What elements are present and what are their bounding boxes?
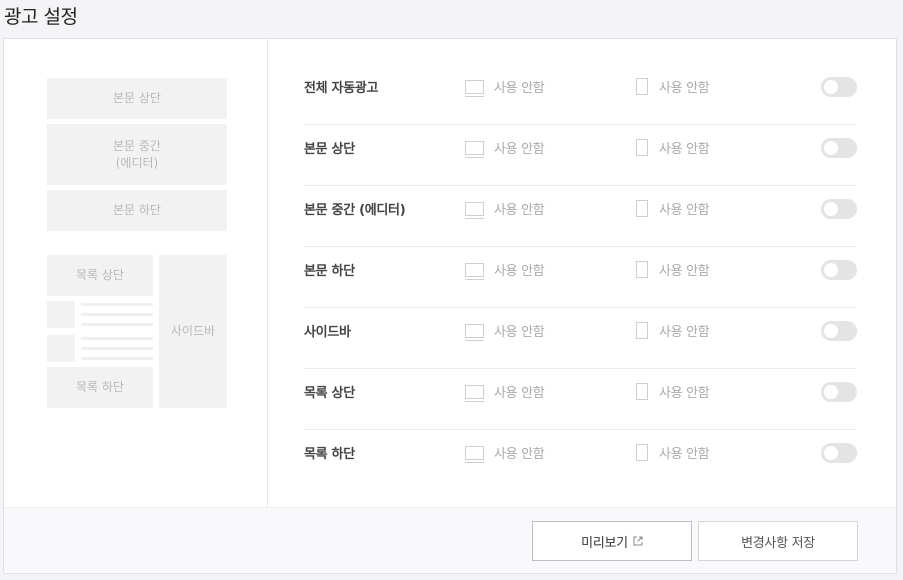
toggle-knob <box>824 80 838 94</box>
toggle-knob <box>824 446 838 460</box>
mobile-option[interactable]: 사용 안함 <box>634 321 710 340</box>
pc-option[interactable]: 사용 안함 <box>465 260 545 280</box>
toggle-knob <box>824 202 838 216</box>
mobile-status: 사용 안함 <box>659 142 710 157</box>
ad-settings-card: 본문 상단 본문 중간 (에디터) 본문 하단 목록 상단 사이드바 목록 하단… <box>3 38 897 574</box>
pc-option[interactable]: 사용 안함 <box>465 321 545 341</box>
toggle-knob <box>824 385 838 399</box>
preview-list-top: 목록 상단 <box>47 255 153 296</box>
monitor-icon <box>465 262 484 280</box>
preview-body-top: 본문 상단 <box>47 78 227 119</box>
toggle-knob <box>824 263 838 277</box>
monitor-icon <box>465 384 484 402</box>
phone-icon <box>636 383 648 400</box>
pc-option[interactable]: 사용 안함 <box>465 199 545 219</box>
mobile-option[interactable]: 사용 안함 <box>634 77 710 96</box>
preview-list-thumb <box>47 301 75 328</box>
preview-button-label: 미리보기 <box>581 535 628 551</box>
pc-option[interactable]: 사용 안함 <box>465 138 545 158</box>
preview-list-thumb <box>47 335 75 362</box>
setting-row-body-middle: 본문 중간 (에디터) 사용 안함 사용 안함 <box>304 186 857 247</box>
pc-status: 사용 안함 <box>494 81 545 96</box>
mobile-status: 사용 안함 <box>659 264 710 279</box>
phone-icon <box>636 78 648 95</box>
save-button[interactable]: 변경사항 저장 <box>698 521 858 561</box>
monitor-icon <box>465 140 484 158</box>
toggle-switch[interactable] <box>821 321 857 341</box>
monitor-icon <box>465 201 484 219</box>
monitor-icon <box>465 79 484 97</box>
setting-label: 전체 자동광고 <box>304 81 379 96</box>
mobile-option[interactable]: 사용 안함 <box>634 199 710 218</box>
mobile-option[interactable]: 사용 안함 <box>634 382 710 401</box>
phone-icon <box>636 139 648 156</box>
preview-list-line <box>81 313 153 316</box>
setting-row-list-bottom: 목록 하단 사용 안함 사용 안함 <box>304 430 857 491</box>
pc-status: 사용 안함 <box>494 447 545 462</box>
setting-row-sidebar: 사이드바 사용 안함 사용 안함 <box>304 308 857 369</box>
mobile-option[interactable]: 사용 안함 <box>634 443 710 462</box>
page-title: 광고 설정 <box>4 6 78 28</box>
pc-status: 사용 안함 <box>494 264 545 279</box>
preview-body-middle: 본문 중간 (에디터) <box>47 124 227 185</box>
setting-row-body-bottom: 본문 하단 사용 안함 사용 안함 <box>304 247 857 308</box>
pc-status: 사용 안함 <box>494 142 545 157</box>
setting-label: 사이드바 <box>304 325 351 340</box>
preview-list-line <box>81 347 153 350</box>
preview-list-line <box>81 303 153 306</box>
mobile-option[interactable]: 사용 안함 <box>634 138 710 157</box>
monitor-icon <box>465 323 484 341</box>
ad-placement-preview: 본문 상단 본문 중간 (에디터) 본문 하단 목록 상단 사이드바 목록 하단 <box>4 39 268 507</box>
pc-option[interactable]: 사용 안함 <box>465 77 545 97</box>
pc-status: 사용 안함 <box>494 203 545 218</box>
setting-label: 본문 상단 <box>304 142 355 157</box>
toggle-switch[interactable] <box>821 443 857 463</box>
mobile-status: 사용 안함 <box>659 325 710 340</box>
toggle-switch[interactable] <box>821 138 857 158</box>
setting-row-list-top: 목록 상단 사용 안함 사용 안함 <box>304 369 857 430</box>
ad-settings-list: 전체 자동광고 사용 안함 사용 안함 본문 상단 사용 안함 사용 안함 본문… <box>304 64 857 491</box>
setting-row-auto-ads: 전체 자동광고 사용 안함 사용 안함 <box>304 64 857 125</box>
mobile-option[interactable]: 사용 안함 <box>634 260 710 279</box>
phone-icon <box>636 444 648 461</box>
preview-sidebar: 사이드바 <box>159 255 227 408</box>
pc-status: 사용 안함 <box>494 325 545 340</box>
setting-label: 목록 하단 <box>304 447 355 462</box>
toggle-switch[interactable] <box>821 77 857 97</box>
toggle-switch[interactable] <box>821 199 857 219</box>
preview-list-bottom: 목록 하단 <box>47 367 153 408</box>
setting-row-body-top: 본문 상단 사용 안함 사용 안함 <box>304 125 857 186</box>
preview-list-line <box>81 357 153 360</box>
mobile-status: 사용 안함 <box>659 203 710 218</box>
preview-list-line <box>81 323 153 326</box>
footer-bar: 미리보기 변경사항 저장 <box>4 507 896 573</box>
phone-icon <box>636 261 648 278</box>
external-link-icon <box>633 536 643 546</box>
toggle-switch[interactable] <box>821 382 857 402</box>
phone-icon <box>636 200 648 217</box>
preview-list-line <box>81 337 153 340</box>
setting-label: 목록 상단 <box>304 386 355 401</box>
monitor-icon <box>465 445 484 463</box>
mobile-status: 사용 안함 <box>659 81 710 96</box>
pc-option[interactable]: 사용 안함 <box>465 382 545 402</box>
preview-body-bottom: 본문 하단 <box>47 190 227 231</box>
setting-label: 본문 하단 <box>304 264 355 279</box>
toggle-knob <box>824 141 838 155</box>
toggle-knob <box>824 324 838 338</box>
setting-label: 본문 중간 (에디터) <box>304 203 406 218</box>
preview-button[interactable]: 미리보기 <box>532 521 692 561</box>
pc-status: 사용 안함 <box>494 386 545 401</box>
phone-icon <box>636 322 648 339</box>
toggle-switch[interactable] <box>821 260 857 280</box>
mobile-status: 사용 안함 <box>659 447 710 462</box>
mobile-status: 사용 안함 <box>659 386 710 401</box>
pc-option[interactable]: 사용 안함 <box>465 443 545 463</box>
